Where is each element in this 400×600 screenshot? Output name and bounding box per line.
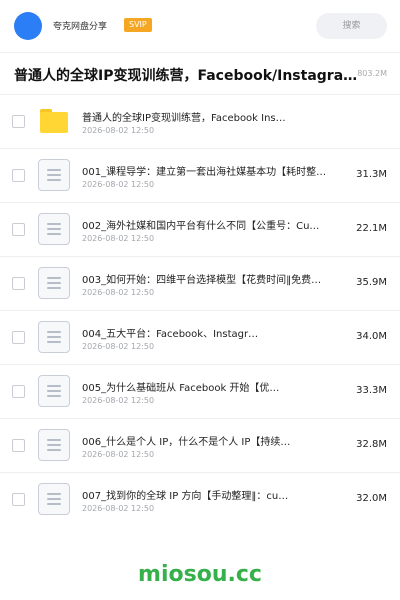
list-item[interactable]: 002_海外社媒和国内平台有什么不同【公重号：Cu… 2026-08-02 12… — [0, 203, 400, 257]
document-icon — [38, 429, 70, 461]
file-date: 2026-08-02 12:50 — [82, 342, 155, 351]
document-icon — [38, 375, 70, 407]
file-name: 普通人的全球IP变现训练营，Facebook Ins… — [82, 113, 286, 124]
select-checkbox[interactable] — [12, 385, 25, 398]
search-input[interactable]: 搜索 — [316, 13, 387, 39]
file-size: 22.1M — [356, 223, 387, 234]
file-size: 33.3M — [356, 385, 387, 396]
file-date: 2026-08-02 12:50 — [82, 396, 155, 405]
owner-name: 夸克网盘分享 — [53, 22, 108, 32]
file-name: 007_找到你的全球 IP 方向【手动整理‖：cu… — [82, 491, 289, 502]
file-name: 005_为什么基础班从 Facebook 开始【优… — [82, 383, 280, 394]
file-name: 006_什么是个人 IP，什么不是个人 IP【持续… — [82, 437, 291, 448]
page-title: 普通人的全球IP变现训练营，Facebook/Instagram… — [14, 68, 359, 84]
select-checkbox[interactable] — [12, 331, 25, 344]
select-checkbox[interactable] — [12, 115, 25, 128]
avatar[interactable] — [14, 12, 42, 40]
file-name: 004_五大平台：Facebook、Instagr… — [82, 329, 259, 340]
select-checkbox[interactable] — [12, 223, 25, 236]
file-size: 31.3M — [356, 169, 387, 180]
list-item[interactable]: 001_课程导学：建立第一套出海社媒基本功【耗时整… 2026-08-02 12… — [0, 149, 400, 203]
select-checkbox[interactable] — [12, 169, 25, 182]
list-item[interactable]: 005_为什么基础班从 Facebook 开始【优… 2026-08-02 12… — [0, 365, 400, 419]
top-bar: 夸克网盘分享 SVIP 搜索 — [0, 0, 400, 52]
folder-header: 普通人的全球IP变现训练营，Facebook/Instagram… 803.2M — [0, 52, 400, 95]
file-date: 2026-08-02 12:50 — [82, 180, 155, 189]
list-item[interactable]: 004_五大平台：Facebook、Instagr… 2026-08-02 12… — [0, 311, 400, 365]
watermark: miosou.cc — [138, 562, 262, 587]
list-item[interactable]: 006_什么是个人 IP，什么不是个人 IP【持续… 2026-08-02 12… — [0, 419, 400, 473]
select-checkbox[interactable] — [12, 277, 25, 290]
select-checkbox[interactable] — [12, 493, 25, 506]
file-list: 普通人的全球IP变现训练营，Facebook Ins… 2026-08-02 1… — [0, 95, 400, 527]
file-date: 2026-08-02 12:50 — [82, 450, 155, 459]
document-icon — [38, 321, 70, 353]
file-date: 2026-08-02 12:50 — [82, 126, 155, 135]
list-item[interactable]: 007_找到你的全球 IP 方向【手动整理‖：cu… 2026-08-02 12… — [0, 473, 400, 527]
svip-badge: SVIP — [124, 18, 152, 32]
document-icon — [38, 267, 70, 299]
list-item[interactable]: 003_如何开始：四维平台选择模型【花费时间‖免费… 2026-08-02 12… — [0, 257, 400, 311]
file-size: 32.0M — [356, 493, 387, 504]
file-date: 2026-08-02 12:50 — [82, 234, 155, 243]
document-icon — [38, 483, 70, 515]
file-size: 34.0M — [356, 331, 387, 342]
folder-icon — [38, 105, 70, 137]
file-date: 2026-08-02 12:50 — [82, 288, 155, 297]
total-size: 803.2M — [357, 69, 387, 78]
file-name: 002_海外社媒和国内平台有什么不同【公重号：Cu… — [82, 221, 320, 232]
file-size: 35.9M — [356, 277, 387, 288]
document-icon — [38, 213, 70, 245]
list-item[interactable]: 普通人的全球IP变现训练营，Facebook Ins… 2026-08-02 1… — [0, 95, 400, 149]
document-icon — [38, 159, 70, 191]
file-name: 003_如何开始：四维平台选择模型【花费时间‖免费… — [82, 275, 322, 286]
file-date: 2026-08-02 12:50 — [82, 504, 155, 513]
select-checkbox[interactable] — [12, 439, 25, 452]
file-name: 001_课程导学：建立第一套出海社媒基本功【耗时整… — [82, 167, 327, 178]
file-size: 32.8M — [356, 439, 387, 450]
